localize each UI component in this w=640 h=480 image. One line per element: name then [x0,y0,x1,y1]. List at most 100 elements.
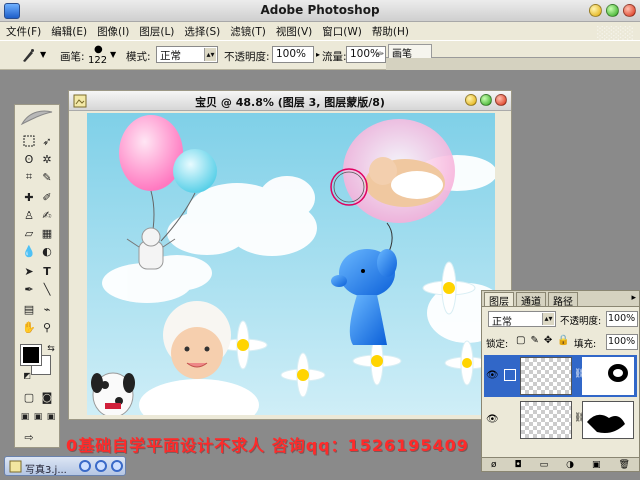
minimize-button[interactable] [589,4,602,17]
quick-mask-icon[interactable]: ◙ [39,389,55,405]
taskbar-item-label: 写真3.j... [25,465,67,476]
slice-icon[interactable]: ✎ [39,169,55,185]
layer-brush-mask-icon [504,369,516,381]
opacity-label: 不透明度: [224,51,270,63]
tab-paths[interactable]: 路径 [548,292,578,308]
airbrush-icon[interactable]: ✑ [376,49,384,60]
path-select-icon[interactable]: ➤ [21,263,37,279]
layer-row-3[interactable]: 👁 ⛓ [484,355,637,397]
taskbar-maximize-icon[interactable] [95,460,107,472]
marquee-tool-icon[interactable] [21,133,37,149]
new-layer-icon[interactable]: ▣ [592,460,601,470]
layers-tabs: 图层 通道 路径 ▸ [482,291,639,308]
eye-icon[interactable]: 👁 [486,414,500,426]
opacity-arrow-icon[interactable]: ▸ [316,50,320,59]
menu-window[interactable]: 窗口(W) [322,24,362,39]
trash-icon[interactable]: 🗑 [619,460,630,470]
gradient-icon[interactable]: ▦ [39,225,55,241]
layer-thumbnail[interactable] [520,401,572,439]
taskbar-window-controls [79,460,123,472]
jump-to-imageready-icon[interactable]: ⇨ [21,429,37,445]
mode-select[interactable]: 正常 ▴▾ [156,46,218,63]
layer-opacity-field[interactable]: 100% [606,311,638,327]
crop-icon[interactable]: ⌗ [21,169,37,185]
healing-brush-icon[interactable]: ✚ [21,189,37,205]
tool-preset-arrow-icon[interactable]: ▼ [40,50,46,59]
tab-channels[interactable]: 通道 [516,292,546,308]
close-button[interactable] [623,4,636,17]
maximize-button[interactable] [606,4,619,17]
layer-mask-thumbnail[interactable] [582,357,634,395]
history-brush-icon[interactable]: ✍ [39,207,55,223]
brush-picker-arrow-icon[interactable]: ▼ [110,50,116,59]
screen-mode-full-icon[interactable]: ▣ [43,409,59,425]
foreground-color-swatch[interactable] [20,344,42,366]
default-colors-icon[interactable]: ◩ [19,367,35,383]
palette-menu-icon[interactable]: ▸ [631,293,636,303]
menu-select[interactable]: 选择(S) [184,24,220,39]
layer-style-icon[interactable]: ø [491,460,497,470]
menu-image[interactable]: 图像(I) [97,24,129,39]
fill-label: 填充: [574,339,597,350]
eraser-icon[interactable]: ▱ [21,225,37,241]
line-tool-icon[interactable]: ╲ [39,281,55,297]
dodge-icon[interactable]: ◐ [39,243,55,259]
palette-tab-brushes[interactable]: 画笔 [388,44,432,60]
layer-thumbnail[interactable] [520,357,572,395]
magic-wand-icon[interactable]: ✲ [39,151,55,167]
pen-tool-icon[interactable]: ✒ [21,281,37,297]
eyedropper-icon[interactable]: ⌁ [39,301,55,317]
lasso-tool-icon[interactable]: ʘ [21,151,37,167]
eye-icon[interactable]: 👁 [486,370,500,382]
menu-help[interactable]: 帮助(H) [372,24,409,39]
canvas-artwork [87,113,495,415]
swap-colors-icon[interactable]: ⇆ [43,341,59,357]
taskbar-close-icon[interactable] [111,460,123,472]
brush-tool-icon[interactable] [20,47,36,63]
blend-mode-select[interactable]: 正常 ▴▾ [488,311,556,328]
menu-layer[interactable]: 图层(L) [139,24,174,39]
layer-mask-thumbnail[interactable] [582,401,634,439]
add-mask-icon[interactable]: ◘ [515,460,522,470]
zoom-icon[interactable]: ⚲ [39,319,55,335]
promo-overlay-text: 0基础自学平面设计不求人 咨询qq：1526195409 [66,436,469,455]
move-tool-icon[interactable]: ➶ [39,133,55,149]
new-set-icon[interactable]: ▭ [540,460,549,470]
doc-close-button[interactable] [495,94,507,106]
menu-file[interactable]: 文件(F) [6,24,41,39]
brush-icon[interactable]: ✐ [39,189,55,205]
flow-label: 流量: [322,51,347,63]
document-titlebar: 宝贝 @ 48.8% (图层 3, 图层蒙版/8) [69,91,511,111]
type-tool-icon[interactable]: T [39,263,55,279]
tab-layers[interactable]: 图层 [484,292,514,308]
blend-mode-value: 正常 [492,317,512,328]
app-titlebar: Adobe Photoshop [0,0,640,22]
adjustment-layer-icon[interactable]: ◑ [566,460,574,470]
image-canvas[interactable] [87,113,495,415]
menu-filter[interactable]: 滤镜(T) [230,24,266,39]
stamp-icon[interactable]: ♙ [21,207,37,223]
document-window: 宝贝 @ 48.8% (图层 3, 图层蒙版/8) [68,90,512,420]
feather-logo-icon [15,105,59,129]
lock-buttons-icon[interactable]: ▢✎✥🔒 [516,335,575,346]
image-file-icon [9,460,22,473]
hand-icon[interactable]: ✋ [21,319,37,335]
layers-palette: 图层 通道 路径 ▸ 正常 ▴▾ 不透明度: 100% 锁定: ▢✎✥🔒 填充:… [481,290,640,472]
brush-size[interactable]: 122 [88,55,107,66]
brush-tip-icon[interactable]: ● [94,44,103,55]
palette-well [386,57,640,70]
doc-maximize-button[interactable] [480,94,492,106]
fill-field[interactable]: 100% [606,334,638,350]
blur-icon[interactable]: 💧 [21,243,37,259]
notes-icon[interactable]: ▤ [21,301,37,317]
taskbar-item[interactable]: 写真3.j... [4,456,126,476]
opacity-field[interactable]: 100% [272,46,314,63]
mode-dropdown-icon: ▴▾ [204,48,216,61]
mode-label: 模式: [126,51,151,63]
menu-view[interactable]: 视图(V) [276,24,312,39]
menu-edit[interactable]: 编辑(E) [51,24,87,39]
taskbar-minimize-icon[interactable] [79,460,91,472]
doc-minimize-button[interactable] [465,94,477,106]
standard-mode-icon[interactable]: ▢ [21,389,37,405]
layer-row-2[interactable]: 👁 ⛓ [484,399,637,441]
